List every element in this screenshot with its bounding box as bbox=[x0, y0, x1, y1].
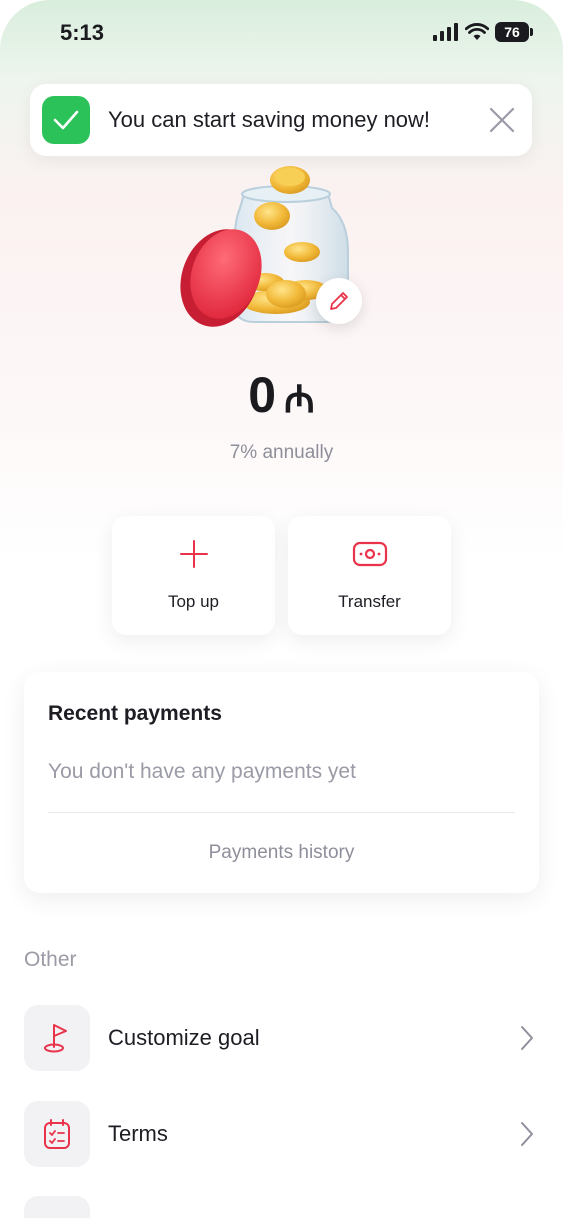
top-up-label: Top up bbox=[167, 592, 220, 611]
transfer-button[interactable]: Transfer bbox=[288, 516, 451, 635]
wifi-icon bbox=[465, 23, 489, 40]
menu-item-partial[interactable] bbox=[24, 1196, 90, 1218]
phone-screen: 5:13 76 You can start saving money now! bbox=[0, 0, 563, 1218]
check-icon bbox=[42, 96, 90, 144]
currency-symbol: ₼ bbox=[284, 379, 315, 421]
status-icons: 76 bbox=[433, 22, 533, 42]
balance-amount: 0 ₼ bbox=[0, 366, 563, 424]
success-toast: You can start saving money now! bbox=[30, 84, 532, 156]
payments-history-link[interactable]: Payments history bbox=[24, 842, 539, 864]
top-up-button[interactable]: Top up bbox=[112, 516, 275, 635]
menu-item-label: Customize goal bbox=[108, 1025, 260, 1050]
menu-item-customize-goal[interactable]: Customize goal bbox=[24, 1005, 539, 1071]
chevron-right-icon bbox=[515, 1120, 539, 1148]
menu-item-terms[interactable]: Terms bbox=[24, 1101, 539, 1167]
interest-rate: 7% annually bbox=[229, 442, 334, 463]
battery-indicator: 76 bbox=[495, 22, 533, 42]
divider bbox=[48, 812, 515, 813]
status-bar: 5:13 76 bbox=[0, 0, 563, 64]
money-icon bbox=[352, 541, 387, 567]
balance-value: 0 bbox=[248, 367, 277, 423]
transfer-label: Transfer bbox=[338, 592, 401, 611]
plus-icon bbox=[179, 540, 208, 568]
flag-icon bbox=[24, 1005, 90, 1071]
chevron-right-icon bbox=[515, 1024, 539, 1052]
recent-payments-title: Recent payments bbox=[48, 702, 222, 725]
menu-item-label: Terms bbox=[108, 1121, 168, 1146]
close-icon[interactable] bbox=[484, 102, 520, 138]
other-section-title: Other bbox=[24, 948, 77, 971]
empty-payments-text: You don't have any payments yet bbox=[48, 760, 356, 783]
status-time: 5:13 bbox=[60, 20, 105, 45]
signal-icon bbox=[433, 23, 458, 41]
recent-payments-card: Recent payments You don't have any payme… bbox=[24, 672, 539, 893]
pencil-icon bbox=[330, 292, 348, 310]
toast-message: You can start saving money now! bbox=[108, 107, 431, 132]
checklist-icon bbox=[24, 1101, 90, 1167]
edit-goal-button[interactable] bbox=[316, 278, 362, 324]
